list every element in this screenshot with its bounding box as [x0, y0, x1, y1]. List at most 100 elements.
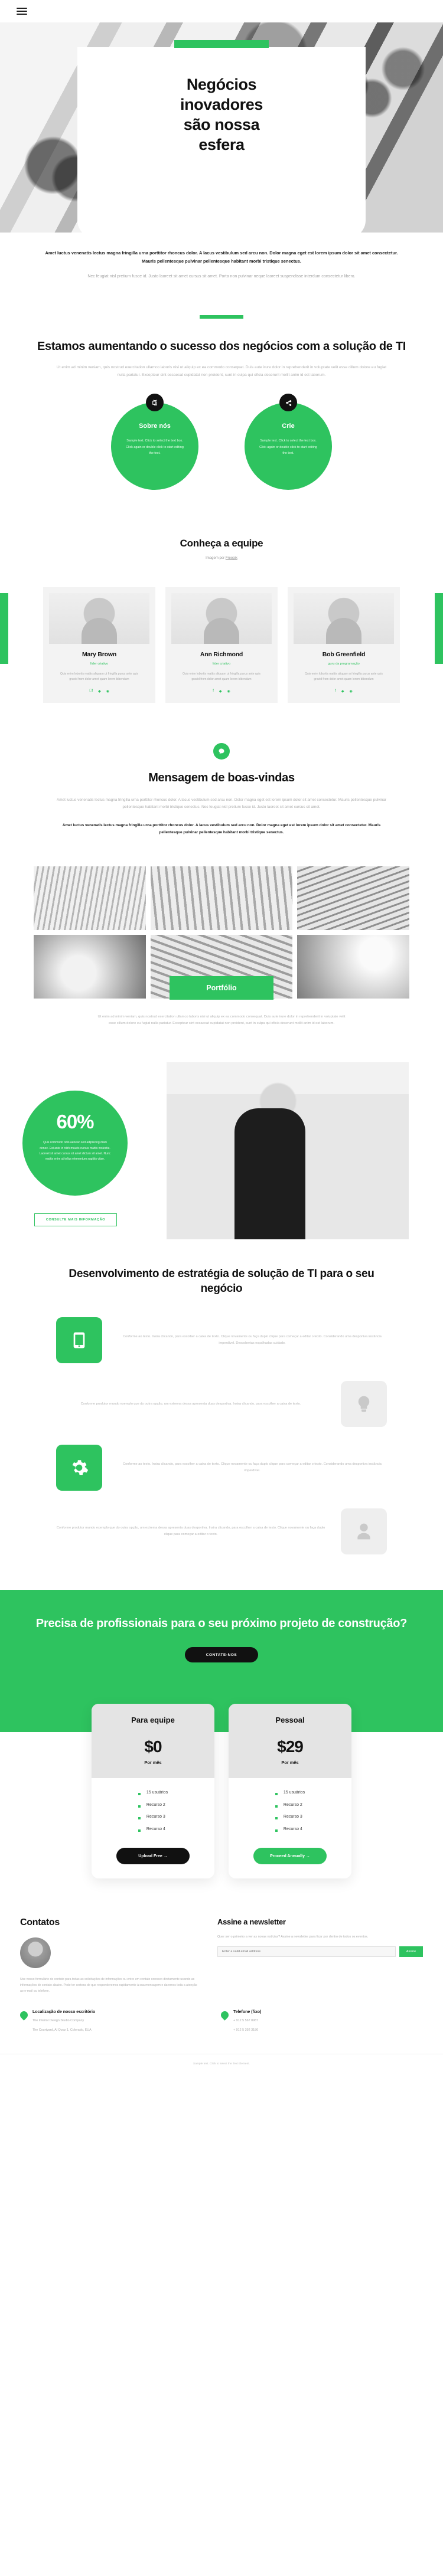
hamburger-menu-icon[interactable] [17, 6, 27, 17]
instagram-icon[interactable]: ◉ [350, 689, 353, 693]
team-member-card[interactable]: Bob Greenfield guru da programação Quis … [288, 587, 400, 703]
growth-card-text: Sample text. Click to select the text bo… [259, 439, 317, 455]
growth-card-title: Crie [282, 423, 295, 430]
team-member-role: líder criativo [212, 662, 231, 666]
phone-icon [219, 2009, 230, 2021]
pricing-plan-card: Pessoal $29 Por mês 15 usuários Recurso … [229, 1704, 351, 1879]
phone-title: Telefone (fixo) [233, 2009, 262, 2014]
hamburger-line [17, 11, 27, 12]
footer-contacts-heading: Contatos [20, 1917, 60, 1928]
team-member-name: Mary Brown [82, 650, 117, 658]
pricing-plan-name: Para equipe [131, 1716, 175, 1725]
user-icon [341, 1508, 387, 1555]
stats-more-info-button[interactable]: CONSULTE MAIS INFORMAÇÃO [34, 1213, 117, 1227]
twitter-icon[interactable]: ◆ [98, 689, 101, 693]
team-section: Conheça a equipe Imagem por Freepik Mary… [0, 505, 443, 723]
strategy-feature-row: Conforme ao texto. Insira clicando, para… [56, 1445, 387, 1491]
welcome-section: Mensagem de boas-vindas Amet luctus vene… [0, 723, 443, 860]
facebook-icon[interactable]: f [335, 689, 336, 693]
facebook-icon[interactable]: f [213, 689, 214, 693]
newsletter-email-input[interactable] [217, 1946, 396, 1957]
facebook-icon[interactable]: f [89, 689, 93, 693]
pricing-section: Para equipe $0 Por mês 15 usuários Recur… [0, 1695, 443, 1905]
hero-sub-paragraph: Nec feugiat nisl pretium fusce id. Justo… [87, 274, 356, 279]
pricing-feature-item: 15 usuários [275, 1790, 305, 1796]
twitter-icon[interactable]: ◆ [341, 689, 344, 693]
cta-section: Precisa de profissionais para o seu próx… [0, 1590, 443, 1696]
team-member-socials: f ◆ ◉ [294, 689, 394, 693]
green-accent-bar-right [435, 593, 443, 664]
pricing-plan-period: Por mês [144, 1760, 162, 1766]
twitter-icon[interactable]: ◆ [219, 689, 222, 693]
strategy-feature-text: Conforme produtor mundo exemplo que do o… [56, 1526, 325, 1537]
hero-lead-paragraph: Amet luctus venenatis lectus magna fring… [45, 250, 398, 264]
hero-copy: Amet luctus venenatis lectus magna fring… [0, 233, 443, 305]
cta-contact-button[interactable]: CONTATE-NOS [185, 1647, 258, 1663]
team-member-bio: Quis enim lobortis mattis aliquam ut fri… [60, 672, 138, 682]
portfolio-image[interactable] [34, 934, 146, 999]
portfolio-section: Portfólio Ut enim ad minim veniam, quis … [0, 860, 443, 1051]
growth-heading: Estamos aumentando o sucesso dos negócio… [37, 340, 406, 353]
stats-photo [167, 1062, 409, 1240]
portfolio-badge: Portfólio [170, 976, 273, 1000]
instagram-icon[interactable]: ◉ [227, 689, 230, 693]
green-accent-bar [200, 315, 243, 319]
hero-title-line: esfera [198, 136, 245, 154]
pricing-feature-item: 15 usuários [138, 1790, 168, 1796]
instagram-icon[interactable]: ◉ [106, 689, 109, 693]
cta-heading: Precisa de profissionais para o seu próx… [35, 1617, 408, 1631]
portfolio-caption: Ut enim ad minim veniam, quis nostrud ex… [97, 1014, 346, 1025]
stats-number: 60% [56, 1111, 94, 1133]
team-member-bio: Quis enim lobortis mattis aliquam ut fri… [182, 672, 260, 682]
hero-card: Negócios inovadores são nossa esfera [77, 47, 366, 233]
office-location-block: Localização de nosso escritório The Inte… [18, 2009, 197, 2034]
team-member-card[interactable]: Mary Brown líder criativo Quis enim lobo… [43, 587, 155, 703]
pricing-feature-item: Recurso 4 [138, 1827, 168, 1833]
copy-icon [146, 394, 164, 412]
stats-section: 60% Quis commodo odio aenean sed adipisc… [0, 1062, 443, 1240]
stats-circle: 60% Quis commodo odio aenean sed adipisc… [22, 1091, 128, 1196]
strategy-feature-row: Conforme produtor mundo exemplo que do o… [56, 1381, 387, 1428]
strategy-feature-text: Conforme produtor mundo exemplo que do o… [80, 1402, 301, 1406]
stats-text: Quis commodo odio aenean sed adipiscing … [39, 1141, 111, 1161]
top-navigation-bar [0, 0, 443, 22]
portfolio-image[interactable] [297, 866, 409, 930]
pricing-plan-header: Para equipe $0 Por mês [92, 1704, 214, 1779]
pricing-feature-item: Recurso 2 [138, 1802, 168, 1809]
team-member-role: guru da programação [328, 662, 360, 666]
pricing-plan-button-proceed-annually[interactable]: Proceed Annually → [253, 1848, 327, 1865]
footer-contact-details: Localização de nosso escritório The Inte… [0, 2009, 443, 2034]
footer-newsletter-form: Assine [217, 1946, 423, 1957]
portfolio-image[interactable] [34, 866, 146, 930]
credit-link[interactable]: Freepik [226, 557, 237, 560]
welcome-paragraph-2: Amet luctus venenatis lectus magna fring… [62, 823, 381, 835]
hero-title-line: inovadores [180, 96, 263, 114]
footer-section: Contatos Use nosso formulário de contato… [0, 1904, 443, 1994]
lightbulb-icon [341, 1381, 387, 1428]
credit-prefix: Imagem por [206, 556, 226, 560]
portfolio-image[interactable] [297, 934, 409, 999]
pricing-plan-period: Por mês [281, 1760, 299, 1766]
hamburger-line [17, 14, 27, 15]
growth-paragraph: Ut enim ad minim veniam, quis nostrud ex… [56, 365, 387, 377]
team-member-card[interactable]: Ann Richmond líder criativo Quis enim lo… [165, 587, 278, 703]
mobile-icon [56, 1317, 102, 1364]
hero-title-line: Negócios [186, 76, 257, 93]
pricing-plan-header: Pessoal $29 Por mês [229, 1704, 351, 1779]
newsletter-subscribe-button[interactable]: Assine [399, 1946, 423, 1957]
pricing-feature-item: Recurso 2 [275, 1802, 305, 1809]
team-grid: Mary Brown líder criativo Quis enim lobo… [0, 587, 443, 703]
hamburger-line [17, 8, 27, 9]
growth-card-text: Sample text. Click to select the text bo… [126, 439, 184, 455]
strategy-feature-text: Conforme ao texto. Insira clicando, para… [123, 1462, 382, 1473]
chat-icon [213, 743, 230, 760]
pricing-plan-price: $0 [144, 1737, 162, 1756]
strategy-feature-text: Conforme ao texto. Insira clicando, para… [123, 1335, 382, 1346]
growth-card-crie[interactable]: Crie Sample text. Click to select the te… [245, 394, 332, 490]
growth-card-sobre-nos[interactable]: Sobre nós Sample text. Click to select t… [111, 394, 198, 490]
office-location-title: Localização de nosso escritório [32, 2009, 96, 2014]
phone-block: Telefone (fixo) + 912 5 567 8987 + 912 5… [219, 2009, 398, 2034]
footer-copyright: Sample text. Click to select the Text El… [0, 2054, 443, 2075]
pricing-plan-button-upload-free[interactable]: Upload Free → [116, 1848, 190, 1865]
portfolio-image[interactable] [151, 866, 292, 930]
